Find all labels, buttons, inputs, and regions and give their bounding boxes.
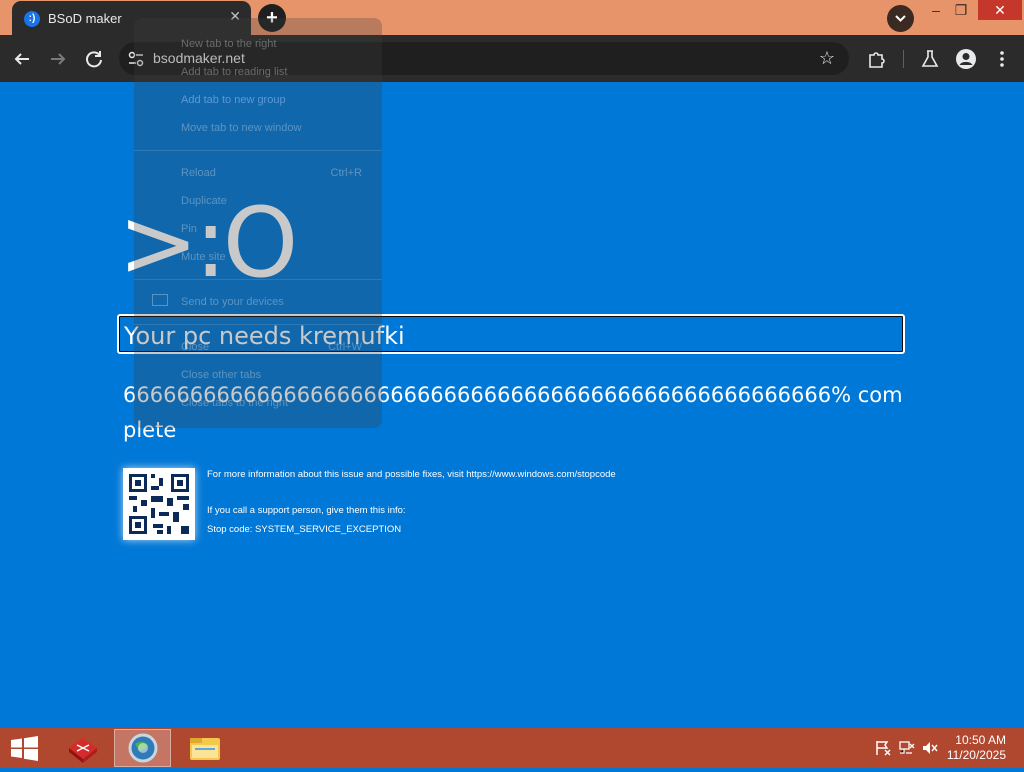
tab-context-menu: New tab to the right Add tab to reading … <box>134 18 382 428</box>
menu-item-reload[interactable]: Reload <box>181 167 216 179</box>
qr-code-icon <box>129 474 189 534</box>
menu-item-send-to-devices[interactable]: Send to your devices <box>181 296 284 308</box>
menu-shortcut-reload: Ctrl+R <box>330 167 362 179</box>
menu-item-add-to-new-group[interactable]: Add tab to new group <box>181 94 286 106</box>
profile-icon[interactable] <box>955 48 977 70</box>
reload-icon <box>86 51 102 68</box>
action-center-flag-icon[interactable] <box>874 740 892 756</box>
browser-globe-icon <box>128 733 158 763</box>
menu-item-close-other-tabs[interactable]: Close other tabs <box>181 369 261 381</box>
windows-logo-icon <box>11 736 38 761</box>
menu-shortcut-close: Ctrl+W <box>328 341 362 353</box>
start-button[interactable] <box>0 729 57 767</box>
menu-separator <box>134 324 382 325</box>
chevron-down-icon <box>895 15 906 22</box>
back-button[interactable] <box>10 47 34 71</box>
reload-button[interactable] <box>82 47 106 71</box>
taskbar-app-red-box[interactable] <box>55 729 112 767</box>
menu-item-close[interactable]: Close <box>181 341 209 353</box>
red-box-app-icon <box>69 738 97 763</box>
stop-code: Stop code: SYSTEM_SERVICE_EXCEPTION <box>207 524 402 535</box>
system-clock[interactable]: 10:50 AM 11/20/2025 <box>947 733 1006 763</box>
extensions-icon[interactable] <box>866 48 888 70</box>
forward-arrow-icon <box>51 53 66 65</box>
devices-icon <box>152 294 168 306</box>
clock-time: 10:50 AM <box>955 733 1006 747</box>
folder-icon <box>190 738 220 760</box>
taskbar: 10:50 AM 11/20/2025 <box>0 728 1024 768</box>
info-line: For more information about this issue an… <box>207 469 616 480</box>
toolbar-divider <box>903 50 904 68</box>
menu-item-new-tab-right[interactable]: New tab to the right <box>181 38 276 50</box>
menu-separator <box>134 150 382 151</box>
qr-code-image <box>123 468 195 540</box>
more-menu-icon[interactable] <box>991 48 1013 70</box>
taskbar-app-browser[interactable] <box>114 729 171 767</box>
restore-button[interactable]: ❐ <box>944 0 978 22</box>
volume-muted-icon[interactable] <box>921 740 939 756</box>
labs-flask-icon[interactable] <box>919 48 941 70</box>
menu-separator <box>134 279 382 280</box>
site-favicon-icon: :) <box>24 11 40 27</box>
support-line: If you call a support person, give them … <box>207 505 406 516</box>
menu-item-close-tabs-right[interactable]: Close tabs to the right <box>181 397 288 409</box>
menu-item-move-to-new-window[interactable]: Move tab to new window <box>181 122 301 134</box>
back-arrow-icon <box>14 53 29 65</box>
menu-item-mute-site[interactable]: Mute site <box>181 251 226 263</box>
menu-item-add-to-reading-list[interactable]: Add tab to reading list <box>181 66 287 78</box>
forward-button[interactable] <box>46 47 70 71</box>
network-icon[interactable] <box>898 740 916 756</box>
tab-title: BSoD maker <box>48 11 122 26</box>
tab-search-button[interactable] <box>887 5 914 32</box>
bookmark-star-icon[interactable]: ☆ <box>819 48 835 69</box>
menu-item-pin[interactable]: Pin <box>181 223 197 235</box>
clock-date: 11/20/2025 <box>946 748 1006 762</box>
taskbar-app-file-explorer[interactable] <box>176 729 233 767</box>
window-close-button[interactable]: ✕ <box>978 0 1022 20</box>
menu-item-duplicate[interactable]: Duplicate <box>181 195 227 207</box>
